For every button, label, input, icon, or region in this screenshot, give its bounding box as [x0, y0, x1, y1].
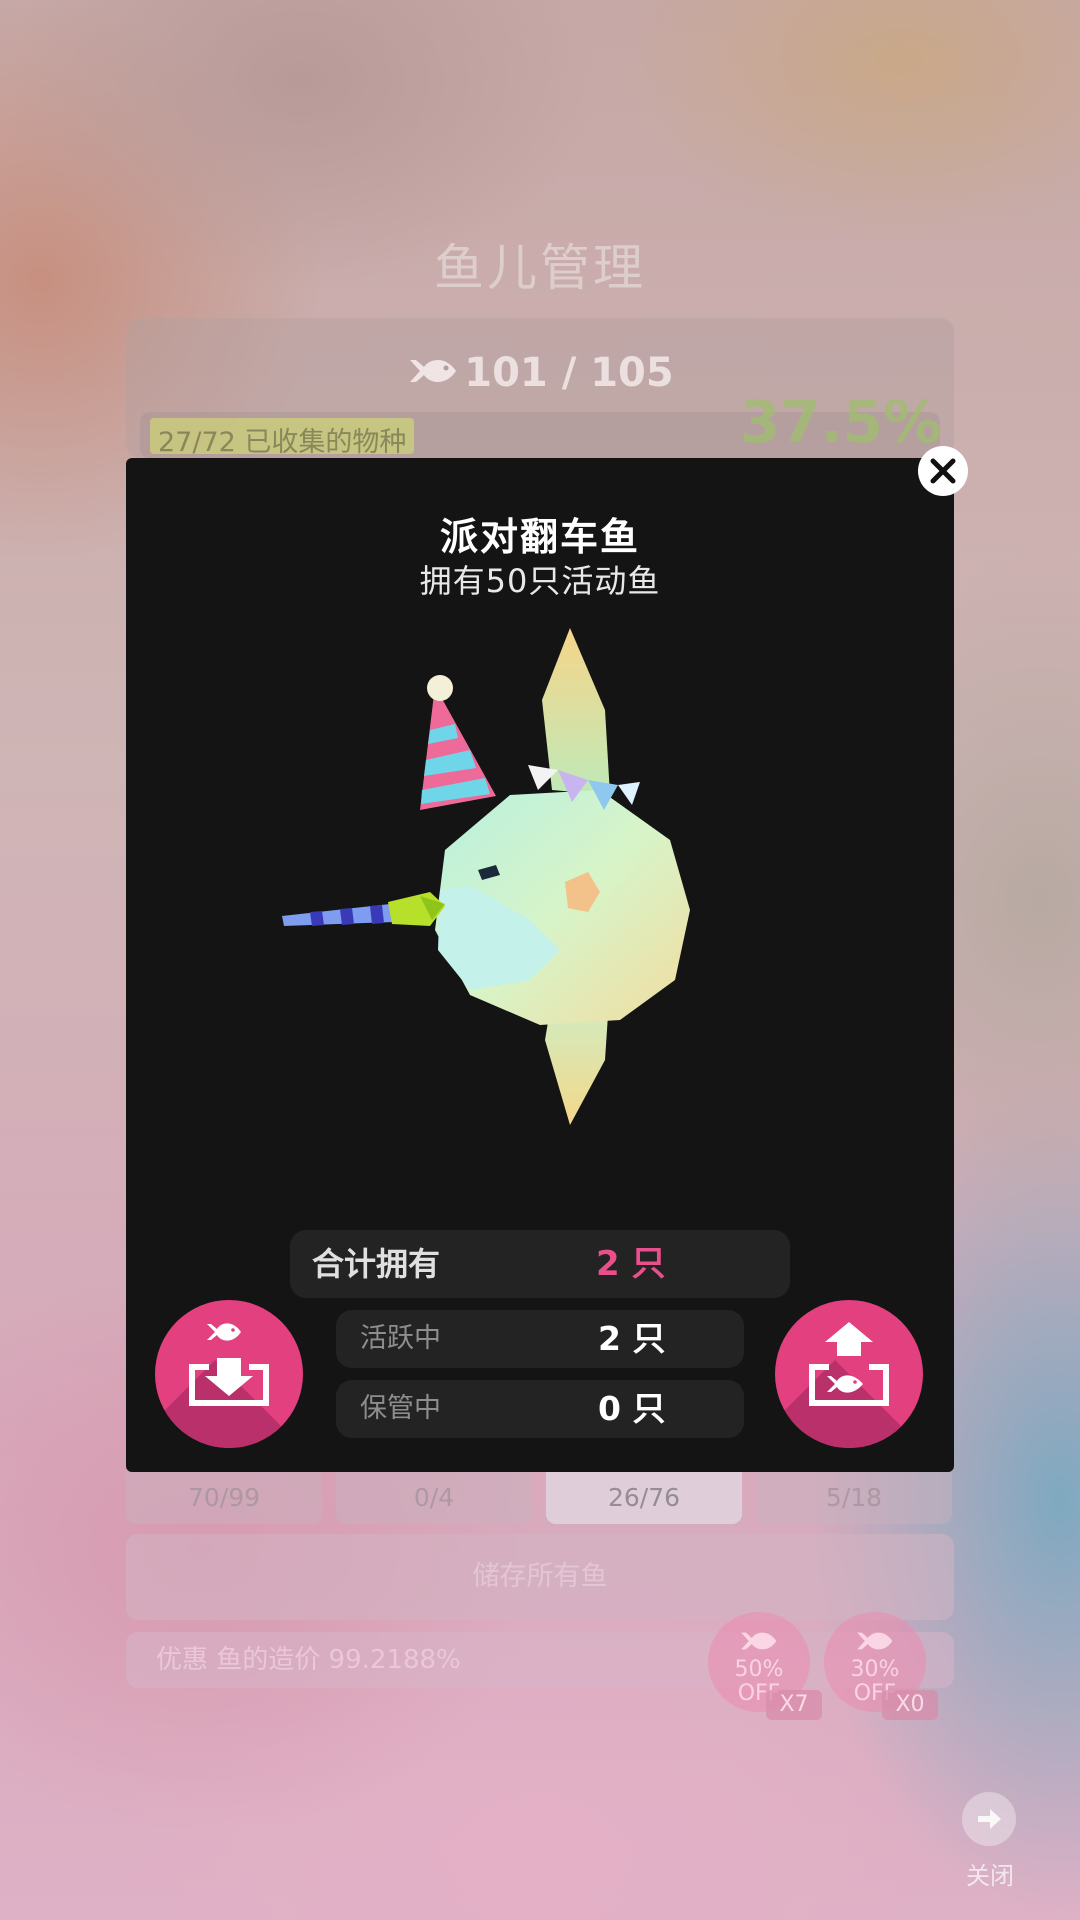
stored-count: 保管中 0 只 — [336, 1380, 744, 1438]
fish-icon — [854, 1628, 894, 1660]
active-label: 活跃中 — [360, 1323, 441, 1354]
store-all-button: 储存所有鱼 — [126, 1534, 954, 1620]
fish-icon — [406, 352, 458, 398]
active-value: 2 只 — [598, 1319, 666, 1358]
collected-species: 27/72 已收集的物种 — [150, 418, 415, 458]
coupon-count: X0 — [882, 1690, 938, 1720]
bottom-close-button — [962, 1792, 1016, 1846]
fish-name: 派对翻车鱼 — [439, 515, 640, 559]
modal-close-button[interactable] — [918, 446, 968, 496]
coupon-count: X7 — [766, 1690, 822, 1720]
tab-category-1: 70/99 — [126, 1472, 322, 1524]
tab-category-2: 0/4 — [336, 1472, 532, 1524]
fish-count-value: 101 / 105 — [464, 350, 674, 396]
fish-subtitle: 拥有50只活动鱼 — [419, 562, 661, 600]
store-fish-button[interactable] — [155, 1300, 303, 1448]
arrow-right-icon — [978, 1809, 1001, 1829]
close-icon — [930, 458, 956, 484]
bottom-close-label: 关闭 — [966, 1862, 1014, 1890]
collection-percent: 37.5% — [740, 388, 942, 456]
fish-icon — [738, 1628, 778, 1660]
total-owned: 合计拥有 2 只 — [290, 1230, 790, 1298]
active-count: 活跃中 2 只 — [336, 1310, 744, 1368]
fish-release-icon — [809, 1322, 889, 1406]
page-title: 鱼儿管理 — [434, 239, 646, 297]
stored-label: 保管中 — [360, 1393, 441, 1424]
release-fish-button[interactable] — [775, 1300, 923, 1448]
total-owned-value: 2 只 — [596, 1244, 666, 1284]
fish-store-icon — [189, 1323, 269, 1406]
tab-category-3: 26/76 — [546, 1472, 742, 1524]
total-owned-label: 合计拥有 — [312, 1245, 441, 1283]
party-sunfish-image — [282, 628, 690, 1125]
stored-value: 0 只 — [598, 1389, 666, 1428]
tab-category-4: 5/18 — [756, 1472, 952, 1524]
